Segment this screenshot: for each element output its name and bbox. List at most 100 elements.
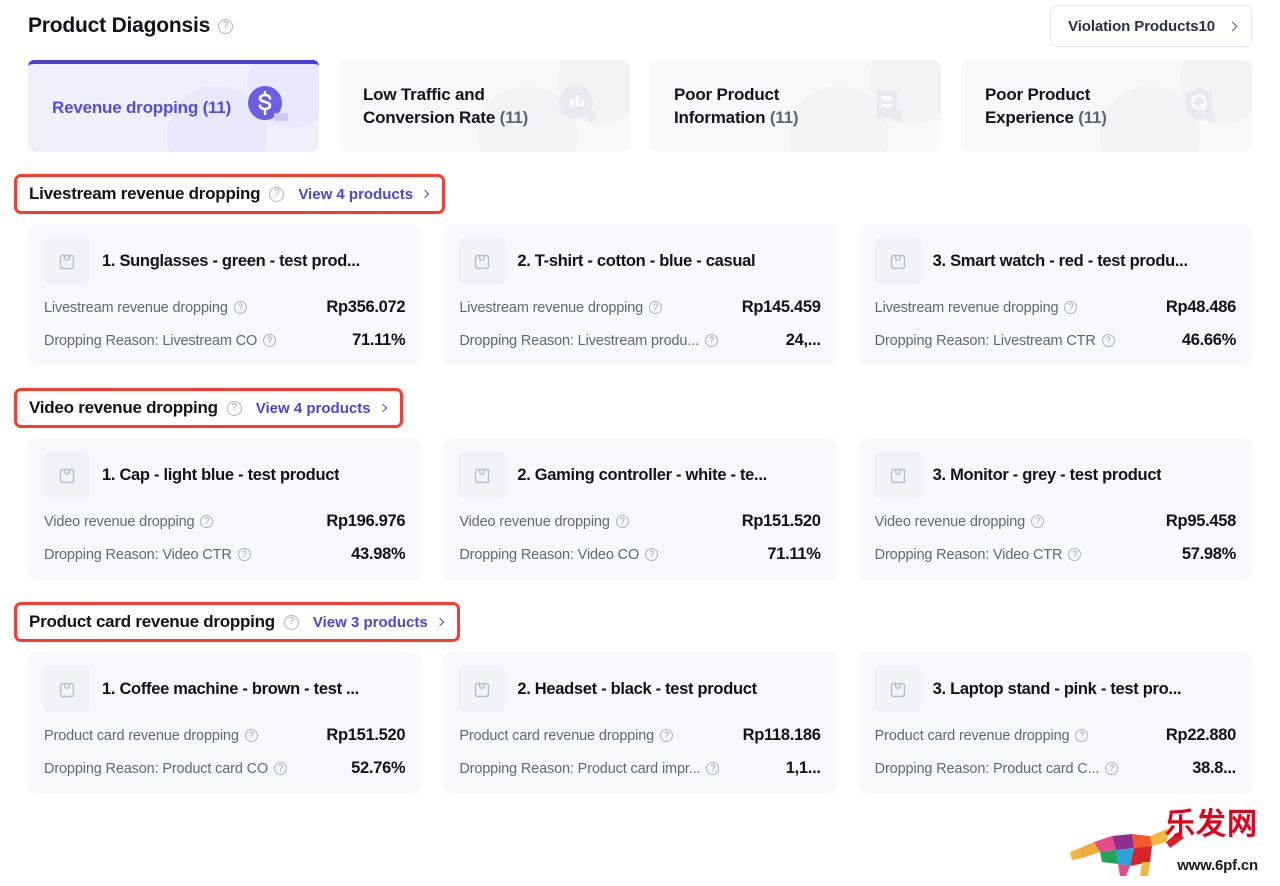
diagnosis-tab-list: Revenue dropping (11) Low Traffic and Co…	[28, 60, 1252, 152]
question-circle-icon[interactable]: ?	[649, 301, 662, 314]
question-circle-icon[interactable]: ?	[274, 762, 287, 775]
product-diagnosis-page: Product Diagonsis ? Violation Products10…	[0, 0, 1280, 886]
reason-label-text: Dropping Reason: Livestream CO	[44, 333, 257, 349]
product-card[interactable]: 2. Headset - black - test product Produc…	[443, 652, 836, 794]
product-card[interactable]: 1. Coffee machine - brown - test ... Pro…	[28, 652, 421, 794]
product-name: 1. Coffee machine - brown - test ...	[102, 680, 359, 699]
reason-label: Dropping Reason: Video CO ?	[459, 547, 658, 563]
reason-label: Dropping Reason: Product card impr... ?	[459, 761, 779, 777]
product-name: 1. Cap - light blue - test product	[102, 466, 339, 485]
product-card[interactable]: 2. T-shirt - cotton - blue - casual Live…	[443, 224, 836, 366]
product-card-row: 1. Cap - light blue - test product Video…	[28, 438, 1252, 580]
chevron-right-icon	[435, 618, 443, 626]
metric-label-text: Livestream revenue dropping	[875, 300, 1059, 316]
product-card-header: 2. Headset - black - test product	[459, 666, 820, 712]
question-circle-icon[interactable]: ?	[1102, 334, 1115, 347]
product-card[interactable]: 1. Sunglasses - green - test prod... Liv…	[28, 224, 421, 366]
reason-label: Dropping Reason: Livestream produ... ?	[459, 333, 779, 349]
reason-label-text: Dropping Reason: Video CO	[459, 547, 639, 563]
product-card[interactable]: 2. Gaming controller - white - te... Vid…	[443, 438, 836, 580]
product-name: 3. Monitor - grey - test product	[933, 466, 1162, 485]
question-circle-icon[interactable]: ?	[200, 515, 213, 528]
metric-value: Rp145.459	[742, 298, 821, 317]
reason-label: Dropping Reason: Video CTR ?	[875, 547, 1082, 563]
violation-products-button[interactable]: Violation Products10	[1050, 5, 1252, 47]
reason-label-text: Dropping Reason: Product card CO	[44, 761, 268, 777]
metric-label-text: Video revenue dropping	[459, 514, 609, 530]
reason-label: Dropping Reason: Video CTR ?	[44, 547, 251, 563]
shopping-bag-icon	[875, 666, 921, 712]
product-card-header: 1. Coffee machine - brown - test ...	[44, 666, 405, 712]
question-circle-icon[interactable]: ?	[218, 19, 233, 34]
tab-revenue-dropping[interactable]: Revenue dropping (11)	[28, 60, 319, 152]
reason-label: Dropping Reason: Livestream CTR ?	[875, 333, 1115, 349]
product-card[interactable]: 3. Laptop stand - pink - test pro... Pro…	[859, 652, 1252, 794]
metric-label: Product card revenue dropping ?	[459, 728, 673, 744]
view-products-label: View 4 products	[256, 400, 371, 417]
question-circle-icon[interactable]: ?	[706, 762, 719, 775]
product-card-row: 1. Coffee machine - brown - test ... Pro…	[28, 652, 1252, 794]
tab-label-text: Low Traffic and Conversion Rate	[363, 85, 495, 127]
view-products-link[interactable]: View 3 products	[313, 614, 443, 631]
question-circle-icon[interactable]: ?	[234, 301, 247, 314]
question-circle-icon[interactable]: ?	[1068, 548, 1081, 561]
product-card[interactable]: 1. Cap - light blue - test product Video…	[28, 438, 421, 580]
tab-poor-product-experience[interactable]: Poor Product Experience (11)	[961, 60, 1252, 152]
question-circle-icon[interactable]: ?	[245, 729, 258, 742]
reason-label: Dropping Reason: Product card C... ?	[875, 761, 1187, 777]
question-circle-icon[interactable]: ?	[227, 401, 242, 416]
metric-row: Livestream revenue dropping ? Rp48.486	[875, 298, 1236, 317]
violation-products-label: Violation Products10	[1068, 18, 1215, 35]
bar-chart-search-icon	[552, 79, 606, 133]
metric-label: Livestream revenue dropping ?	[44, 300, 247, 316]
page-header: Product Diagonsis ? Violation Products10	[28, 0, 1252, 46]
tab-poor-product-information[interactable]: Poor Product Information (11)	[650, 60, 941, 152]
question-circle-icon[interactable]: ?	[1105, 762, 1118, 775]
metric-label: Video revenue dropping ?	[875, 514, 1044, 530]
reason-value: 1,1...	[786, 759, 821, 778]
shopping-bag-icon	[459, 666, 505, 712]
reason-label-text: Dropping Reason: Product card impr...	[459, 761, 700, 777]
question-circle-icon[interactable]: ?	[616, 515, 629, 528]
metric-value: Rp151.520	[742, 512, 821, 531]
product-card[interactable]: 3. Monitor - grey - test product Video r…	[859, 438, 1252, 580]
question-circle-icon[interactable]: ?	[645, 548, 658, 561]
product-card[interactable]: 3. Smart watch - red - test produ... Liv…	[859, 224, 1252, 366]
metric-label-text: Product card revenue dropping	[44, 728, 239, 744]
question-circle-icon[interactable]: ?	[705, 334, 718, 347]
question-circle-icon[interactable]: ?	[284, 615, 299, 630]
product-card-header: 3. Monitor - grey - test product	[875, 452, 1236, 498]
question-circle-icon[interactable]: ?	[269, 187, 284, 202]
metric-row: Product card revenue dropping ? Rp151.52…	[44, 726, 405, 745]
reason-label-text: Dropping Reason: Livestream produ...	[459, 333, 699, 349]
question-circle-icon[interactable]: ?	[238, 548, 251, 561]
question-circle-icon[interactable]: ?	[660, 729, 673, 742]
shopping-bag-icon	[44, 238, 90, 284]
question-circle-icon[interactable]: ?	[1075, 729, 1088, 742]
question-circle-icon[interactable]: ?	[263, 334, 276, 347]
question-circle-icon[interactable]: ?	[1031, 515, 1044, 528]
metric-row: Livestream revenue dropping ? Rp356.072	[44, 298, 405, 317]
section-title: Livestream revenue dropping	[29, 184, 260, 204]
tab-count: (11)	[500, 108, 529, 127]
section-title: Product card revenue dropping	[29, 612, 275, 632]
reason-value: 71.11%	[767, 545, 820, 564]
reason-row: Dropping Reason: Product card C... ? 38.…	[875, 759, 1236, 778]
metric-row: Livestream revenue dropping ? Rp145.459	[459, 298, 820, 317]
tab-count: (11)	[770, 108, 799, 127]
metric-label: Livestream revenue dropping ?	[459, 300, 662, 316]
chevron-right-icon	[1228, 21, 1238, 31]
question-circle-icon[interactable]: ?	[1064, 301, 1077, 314]
view-products-link[interactable]: View 4 products	[256, 400, 386, 417]
page-title-group: Product Diagonsis ?	[28, 14, 233, 38]
tab-low-traffic-conversion[interactable]: Low Traffic and Conversion Rate (11)	[339, 60, 630, 152]
view-products-link[interactable]: View 4 products	[298, 186, 428, 203]
metric-value: Rp95.458	[1166, 512, 1236, 531]
shopping-bag-icon	[875, 452, 921, 498]
colorful-bull-logo	[1066, 816, 1186, 878]
product-card-header: 3. Laptop stand - pink - test pro...	[875, 666, 1236, 712]
reason-label-text: Dropping Reason: Video CTR	[44, 547, 232, 563]
product-card-header: 2. Gaming controller - white - te...	[459, 452, 820, 498]
metric-label-text: Video revenue dropping	[875, 514, 1025, 530]
metric-label-text: Product card revenue dropping	[875, 728, 1070, 744]
